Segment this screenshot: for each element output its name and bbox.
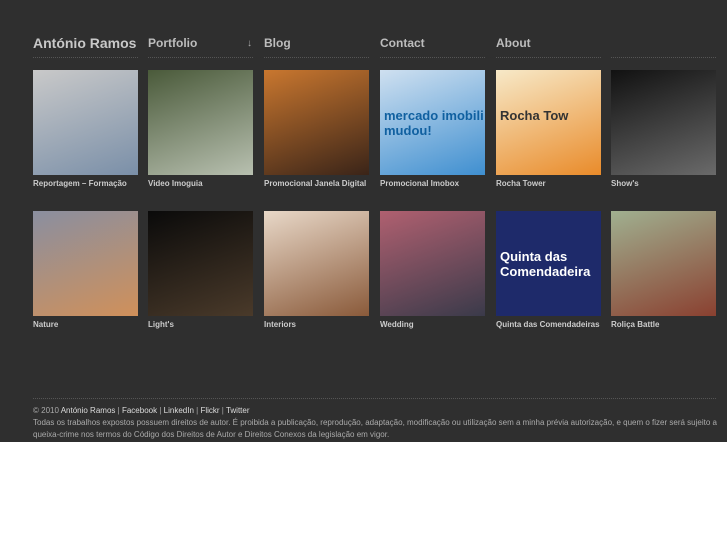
portfolio-thumbnail[interactable]: Rocha Tow — [496, 70, 601, 175]
portfolio-caption[interactable]: Rocha Tower — [496, 179, 611, 188]
nav-blog[interactable]: Blog — [264, 36, 291, 50]
portfolio-caption[interactable]: Interiors — [264, 320, 379, 329]
portfolio-caption[interactable]: Video Imoguia — [148, 179, 263, 188]
portfolio-thumbnail[interactable] — [611, 211, 716, 316]
portfolio-thumbnail[interactable] — [264, 211, 369, 316]
portfolio-caption[interactable]: Light's — [148, 320, 263, 329]
site-title[interactable]: António Ramos — [33, 35, 136, 51]
nav-underline — [380, 57, 485, 58]
portfolio-thumbnail[interactable] — [264, 70, 369, 175]
sep: | — [159, 406, 162, 415]
nav-underline — [148, 57, 253, 58]
page: António Ramos Portfolio ↓ Blog Contact A… — [0, 0, 727, 442]
footer-links: © 2010 António Ramos | Facebook | Linked… — [33, 406, 250, 415]
portfolio-caption[interactable]: Wedding — [380, 320, 495, 329]
arrow-down-icon[interactable]: ↓ — [247, 38, 252, 49]
portfolio-thumbnail[interactable] — [33, 211, 138, 316]
portfolio-caption[interactable]: Promocional Janela Digital — [264, 179, 379, 188]
portfolio-thumbnail[interactable] — [148, 211, 253, 316]
divider — [33, 398, 716, 399]
nav-underline — [264, 57, 369, 58]
copyright-notice-2: queixa-crime nos termos do Código dos Di… — [33, 430, 390, 439]
portfolio-thumbnail[interactable] — [611, 70, 716, 175]
thumbnail-logo-text: mercado imobili mudou! — [384, 108, 484, 138]
nav-underline — [33, 57, 138, 58]
nav-portfolio[interactable]: Portfolio — [148, 36, 197, 50]
portfolio-thumbnail[interactable]: Quinta das Comendadeira — [496, 211, 601, 316]
nav-about[interactable]: About — [496, 36, 531, 50]
portfolio-caption[interactable]: Nature — [33, 320, 148, 329]
portfolio-thumbnail[interactable]: mercado imobili mudou! — [380, 70, 485, 175]
facebook-link[interactable]: Facebook — [122, 406, 157, 415]
sep: | — [196, 406, 199, 415]
linkedin-link[interactable]: LinkedIn — [164, 406, 194, 415]
portfolio-caption[interactable]: Reportagem – Formação — [33, 179, 148, 188]
portfolio-caption[interactable]: Roliça Battle — [611, 320, 726, 329]
nav-underline — [496, 57, 601, 58]
nav-contact[interactable]: Contact — [380, 36, 425, 50]
portfolio-caption[interactable]: Show's — [611, 179, 726, 188]
copyright-notice: Todas os trabalhos expostos possuem dire… — [33, 418, 717, 427]
copyright: © 2010 — [33, 406, 59, 415]
portfolio-thumbnail[interactable] — [148, 70, 253, 175]
portfolio-thumbnail[interactable] — [33, 70, 138, 175]
sep: | — [117, 406, 120, 415]
thumbnail-logo-text: Rocha Tow — [500, 108, 569, 123]
flickr-link[interactable]: Flickr — [200, 406, 219, 415]
portfolio-caption[interactable]: Promocional Imobox — [380, 179, 495, 188]
portfolio-thumbnail[interactable] — [380, 211, 485, 316]
twitter-link[interactable]: Twitter — [226, 406, 250, 415]
portfolio-caption[interactable]: Quinta das Comendadeiras — [496, 320, 611, 329]
footer-name-link[interactable]: António Ramos — [61, 406, 116, 415]
nav-underline — [611, 57, 716, 58]
thumbnail-logo-text: Quinta das Comendadeira — [500, 249, 591, 279]
sep: | — [221, 406, 224, 415]
